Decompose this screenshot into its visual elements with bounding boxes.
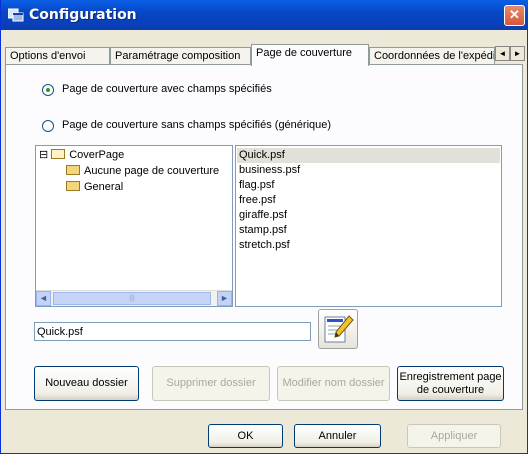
arrow-left-icon: ◄ (39, 293, 48, 303)
new-folder-button[interactable]: Nouveau dossier (34, 366, 139, 401)
cancel-button[interactable]: Annuler (294, 424, 381, 448)
button-label: Appliquer (430, 429, 478, 442)
button-label: Modifier nom dossier (282, 377, 385, 389)
tree-item-general[interactable]: General (66, 179, 123, 195)
delete-folder-button[interactable]: Supprimer dossier (152, 366, 270, 401)
tab-label: Paramétrage composition (115, 50, 241, 62)
button-label: Enregistrement page (399, 370, 502, 383)
button-label: Nouveau dossier (45, 377, 128, 389)
tree-root[interactable]: ⊟ CoverPage (39, 147, 124, 163)
scroll-left-button[interactable]: ◄ (36, 291, 51, 306)
button-label: de couverture (416, 383, 485, 396)
button-label: OK (237, 429, 254, 442)
arrow-right-icon: ► (513, 49, 522, 58)
folder-icon (66, 181, 80, 192)
scroll-right-button[interactable]: ► (217, 291, 232, 306)
button-label: Annuler (318, 429, 357, 442)
tree-item-label: General (84, 181, 124, 193)
list-item[interactable]: stretch.psf (239, 238, 290, 253)
tab-coordonnees-expediteur[interactable]: Coordonnées de l'expéditeur (369, 47, 495, 65)
button-label: Supprimer dossier (166, 377, 256, 389)
list-item[interactable]: giraffe.psf (239, 208, 287, 223)
tab-parametrage-composition[interactable]: Paramétrage composition (110, 47, 251, 65)
edit-cover-page-icon (324, 315, 354, 343)
tab-page-de-couverture[interactable]: Page de couverture (251, 44, 369, 66)
radio-with-fields[interactable] (42, 84, 54, 96)
grip-icon: ||| (129, 295, 135, 302)
ok-button[interactable]: OK (208, 424, 283, 448)
scroll-thumb[interactable]: ||| (53, 292, 211, 305)
apply-button[interactable]: Appliquer (407, 424, 501, 448)
close-button[interactable]: ✕ (504, 5, 525, 26)
tree-horizontal-scrollbar[interactable]: ◄ ||| ► (36, 290, 232, 306)
radio-without-fields[interactable] (42, 120, 54, 132)
tab-scroll-right-button[interactable]: ► (510, 46, 525, 61)
app-window-icon (8, 8, 24, 22)
folder-tree[interactable]: ⊟ CoverPage Aucune page de couverture Gen… (35, 145, 233, 307)
folder-icon (66, 165, 80, 176)
arrow-left-icon: ◄ (498, 49, 507, 58)
list-item[interactable]: Quick.psf (237, 148, 500, 163)
save-cover-page-button[interactable]: Enregistrement page de couverture (397, 366, 504, 401)
radio-with-fields-label[interactable]: Page de couverture avec champs spécifiés (62, 83, 272, 95)
tree-item-aucune[interactable]: Aucune page de couverture (66, 163, 219, 179)
tree-item-label: Aucune page de couverture (84, 165, 220, 177)
configuration-window: Configuration ✕ Options d'envoi Paramétr… (0, 0, 528, 454)
list-item[interactable]: stamp.psf (239, 223, 287, 238)
close-icon: ✕ (509, 7, 520, 22)
tab-label: Page de couverture (256, 47, 353, 59)
edit-cover-page-button[interactable] (318, 309, 358, 349)
tab-label: Coordonnées de l'expéditeur (374, 50, 494, 62)
list-item[interactable]: flag.psf (239, 178, 274, 193)
collapse-icon[interactable]: ⊟ (39, 149, 48, 161)
tree-root-label: CoverPage (69, 149, 125, 161)
tab-label: Options d'envoi (10, 50, 86, 62)
cover-page-list[interactable]: Quick.psf business.psf flag.psf free.psf… (235, 145, 502, 307)
title-bar[interactable]: Configuration ✕ (1, 0, 528, 30)
tab-strip: Options d'envoi Paramétrage composition … (5, 44, 525, 66)
arrow-right-icon: ► (220, 293, 229, 303)
open-folder-icon (51, 149, 66, 160)
list-item[interactable]: free.psf (239, 193, 276, 208)
tab-scroll-left-button[interactable]: ◄ (495, 46, 510, 61)
filename-input[interactable] (34, 322, 311, 341)
rename-folder-button[interactable]: Modifier nom dossier (277, 366, 390, 401)
window-title: Configuration (29, 7, 137, 23)
list-item[interactable]: business.psf (239, 163, 300, 178)
tab-options-envoi[interactable]: Options d'envoi (5, 47, 110, 65)
radio-without-fields-label[interactable]: Page de couverture sans champs spécifiés… (62, 119, 331, 131)
